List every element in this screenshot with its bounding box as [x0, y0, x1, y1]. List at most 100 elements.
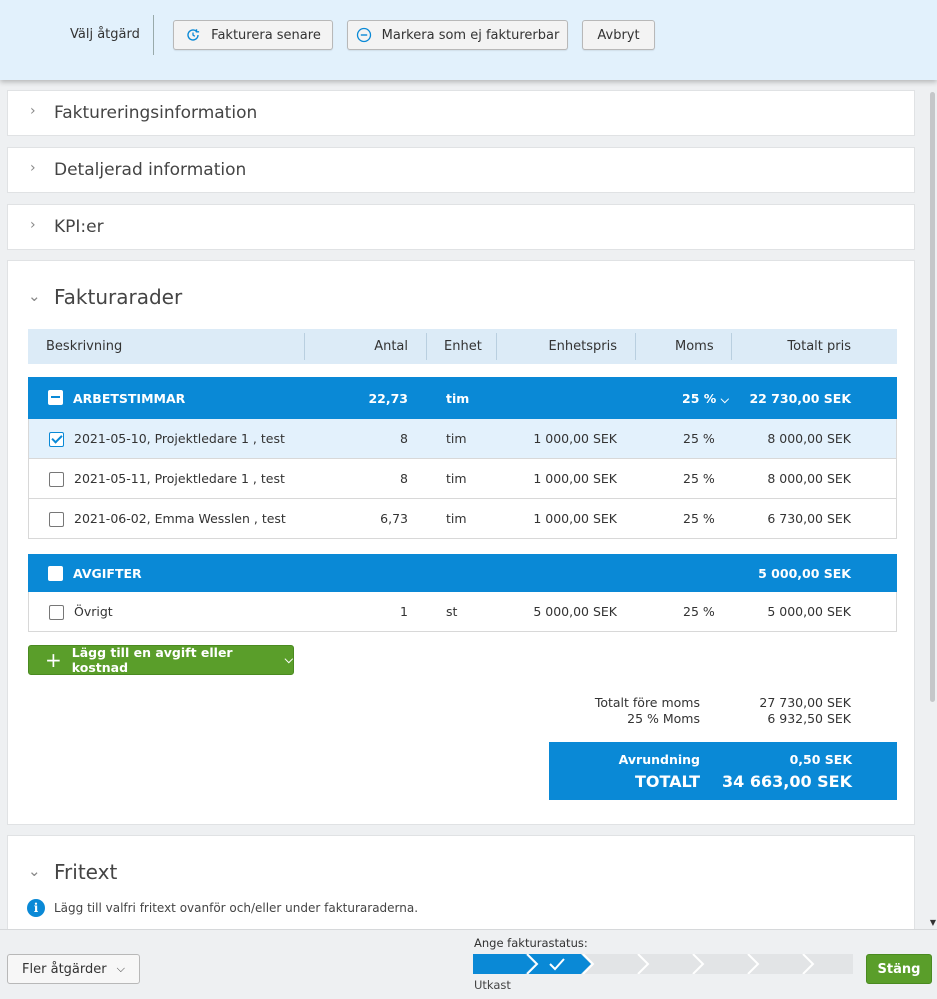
row-description: 2021-05-10, Projektledare 1 , test: [74, 431, 285, 446]
section-title[interactable]: Fritext: [54, 860, 117, 884]
section-billing-info[interactable]: › Faktureringsinformation: [7, 90, 915, 136]
section-title: Detaljerad information: [54, 160, 247, 180]
col-total[interactable]: Totalt pris: [733, 339, 851, 354]
status-stepper[interactable]: [473, 954, 853, 974]
total-label: TOTALT: [634, 772, 700, 791]
scrollbar[interactable]: ▼: [929, 80, 937, 929]
info-icon: i: [27, 899, 45, 917]
row-vat: 25 %: [683, 431, 715, 446]
row-description: 2021-05-11, Projektledare 1 , test: [74, 471, 285, 486]
chevron-down-icon: ⌵: [116, 962, 125, 975]
group-vat: 25 %: [682, 391, 717, 406]
col-vat[interactable]: Moms: [675, 339, 714, 354]
column-divider: [426, 333, 427, 360]
group-vat-select[interactable]: 25 % ⌵: [682, 391, 729, 407]
chevron-right-icon: ›: [30, 160, 36, 176]
group-unit: tim: [446, 391, 470, 406]
section-title[interactable]: Fakturarader: [54, 285, 182, 309]
row-vat: 25 %: [683, 511, 715, 526]
row-vat: 25 %: [683, 604, 715, 619]
section-kpi[interactable]: › KPI:er: [7, 204, 915, 250]
column-divider: [635, 333, 636, 360]
more-actions-button[interactable]: Fler åtgärder ⌵: [7, 954, 140, 984]
col-unit-price[interactable]: Enhetspris: [498, 339, 617, 354]
table-row[interactable]: 2021-05-10, Projektledare 1 , test 8 tim…: [28, 419, 897, 459]
col-unit[interactable]: Enhet: [444, 339, 482, 354]
row-vat: 25 %: [683, 471, 715, 486]
group-row-fees: AVGIFTER 5 000,00 SEK: [28, 554, 897, 592]
chevron-down-icon[interactable]: ⌄: [28, 862, 41, 880]
close-label: Stäng: [877, 961, 921, 977]
minus-circle-icon: [356, 27, 371, 43]
chevron-right-icon: ›: [30, 217, 36, 233]
row-checkbox[interactable]: [49, 472, 64, 487]
table-row[interactable]: 2021-06-02, Emma Wesslen , test 6,73 tim…: [28, 499, 897, 539]
section-title: Faktureringsinformation: [54, 103, 258, 123]
row-description: Övrigt: [74, 604, 113, 619]
row-quantity: 1: [400, 604, 408, 619]
plus-icon: +: [45, 648, 62, 672]
invoice-later-label: Fakturera senare: [211, 27, 321, 43]
rounding-label: Avrundning: [618, 752, 700, 767]
footer-bar: Fler åtgärder ⌵ Ange fakturastatus: Utka…: [0, 929, 937, 999]
row-unit: tim: [446, 471, 467, 486]
row-checkbox[interactable]: [49, 512, 64, 527]
status-label: Ange fakturastatus:: [474, 936, 588, 950]
column-divider: [496, 333, 497, 360]
cancel-button[interactable]: Avbryt: [582, 20, 655, 50]
table-row[interactable]: Övrigt 1 st 5 000,00 SEK 25 % 5 000,00 S…: [28, 592, 897, 632]
row-unit: st: [446, 604, 458, 619]
group-quantity: 22,73: [368, 391, 408, 406]
row-total: 6 730,00 SEK: [767, 511, 851, 526]
clock-arrow-icon: [187, 29, 200, 41]
row-unit: tim: [446, 511, 467, 526]
row-unit-price: 1 000,00 SEK: [533, 431, 617, 446]
group-checkbox[interactable]: [48, 566, 63, 581]
action-toolbar: Välj åtgärd Fakturera senare Markera som…: [0, 0, 937, 80]
rounding-value: 0,50 SEK: [789, 752, 852, 767]
row-total: 8 000,00 SEK: [767, 471, 851, 486]
content-scroll-area[interactable]: › Faktureringsinformation › Detaljerad i…: [0, 80, 937, 929]
row-checkbox[interactable]: [49, 605, 64, 620]
toolbar-divider: [153, 15, 154, 55]
stepper-step-1[interactable]: [473, 954, 535, 974]
invoice-later-button[interactable]: Fakturera senare: [173, 20, 333, 50]
status-value: Utkast: [474, 978, 511, 992]
scroll-down-icon[interactable]: ▼: [930, 918, 936, 927]
row-quantity: 8: [400, 431, 408, 446]
row-total: 8 000,00 SEK: [767, 431, 851, 446]
more-actions-label: Fler åtgärder: [22, 961, 107, 977]
group-total: 22 730,00 SEK: [749, 391, 851, 406]
column-divider: [304, 333, 305, 360]
row-checkbox[interactable]: [49, 432, 64, 447]
row-unit-price: 1 000,00 SEK: [533, 511, 617, 526]
col-quantity[interactable]: Antal: [308, 339, 408, 354]
section-title: KPI:er: [54, 217, 104, 237]
group-checkbox[interactable]: [48, 390, 63, 405]
scrollbar-thumb[interactable]: [930, 92, 935, 702]
section-detailed-info[interactable]: › Detaljerad information: [7, 147, 915, 193]
total-value: 34 663,00 SEK: [722, 772, 852, 791]
mark-not-billable-button[interactable]: Markera som ej fakturerbar: [347, 20, 568, 50]
table-row[interactable]: 2021-05-11, Projektledare 1 , test 8 tim…: [28, 459, 897, 499]
chevron-down-icon: ⌵: [284, 653, 293, 666]
row-quantity: 6,73: [380, 511, 408, 526]
col-description[interactable]: Beskrivning: [46, 339, 122, 354]
column-divider: [731, 333, 732, 360]
mark-not-billable-label: Markera som ej fakturerbar: [381, 27, 560, 43]
close-button[interactable]: Stäng: [866, 954, 932, 984]
before-vat-label: Totalt före moms: [594, 695, 700, 710]
row-quantity: 8: [400, 471, 408, 486]
row-unit: tim: [446, 431, 467, 446]
row-unit-price: 5 000,00 SEK: [533, 604, 617, 619]
section-freetext: ⌄ Fritext i Lägg till valfri fritext ova…: [7, 835, 915, 929]
add-fee-button[interactable]: + Lägg till en avgift eller kostnad ⌵: [28, 645, 294, 675]
chevron-down-icon[interactable]: ⌄: [28, 287, 41, 305]
before-vat-value: 27 730,00 SEK: [759, 695, 851, 710]
choose-action-label: Välj åtgärd: [70, 27, 140, 42]
group-row-work-hours: ARBETSTIMMAR 22,73 tim 25 % ⌵ 22 730,00 …: [28, 377, 897, 419]
group-name: AVGIFTER: [73, 566, 142, 581]
group-total: 5 000,00 SEK: [758, 566, 851, 581]
vat-label: 25 % Moms: [627, 711, 700, 726]
row-description: 2021-06-02, Emma Wesslen , test: [74, 511, 286, 526]
